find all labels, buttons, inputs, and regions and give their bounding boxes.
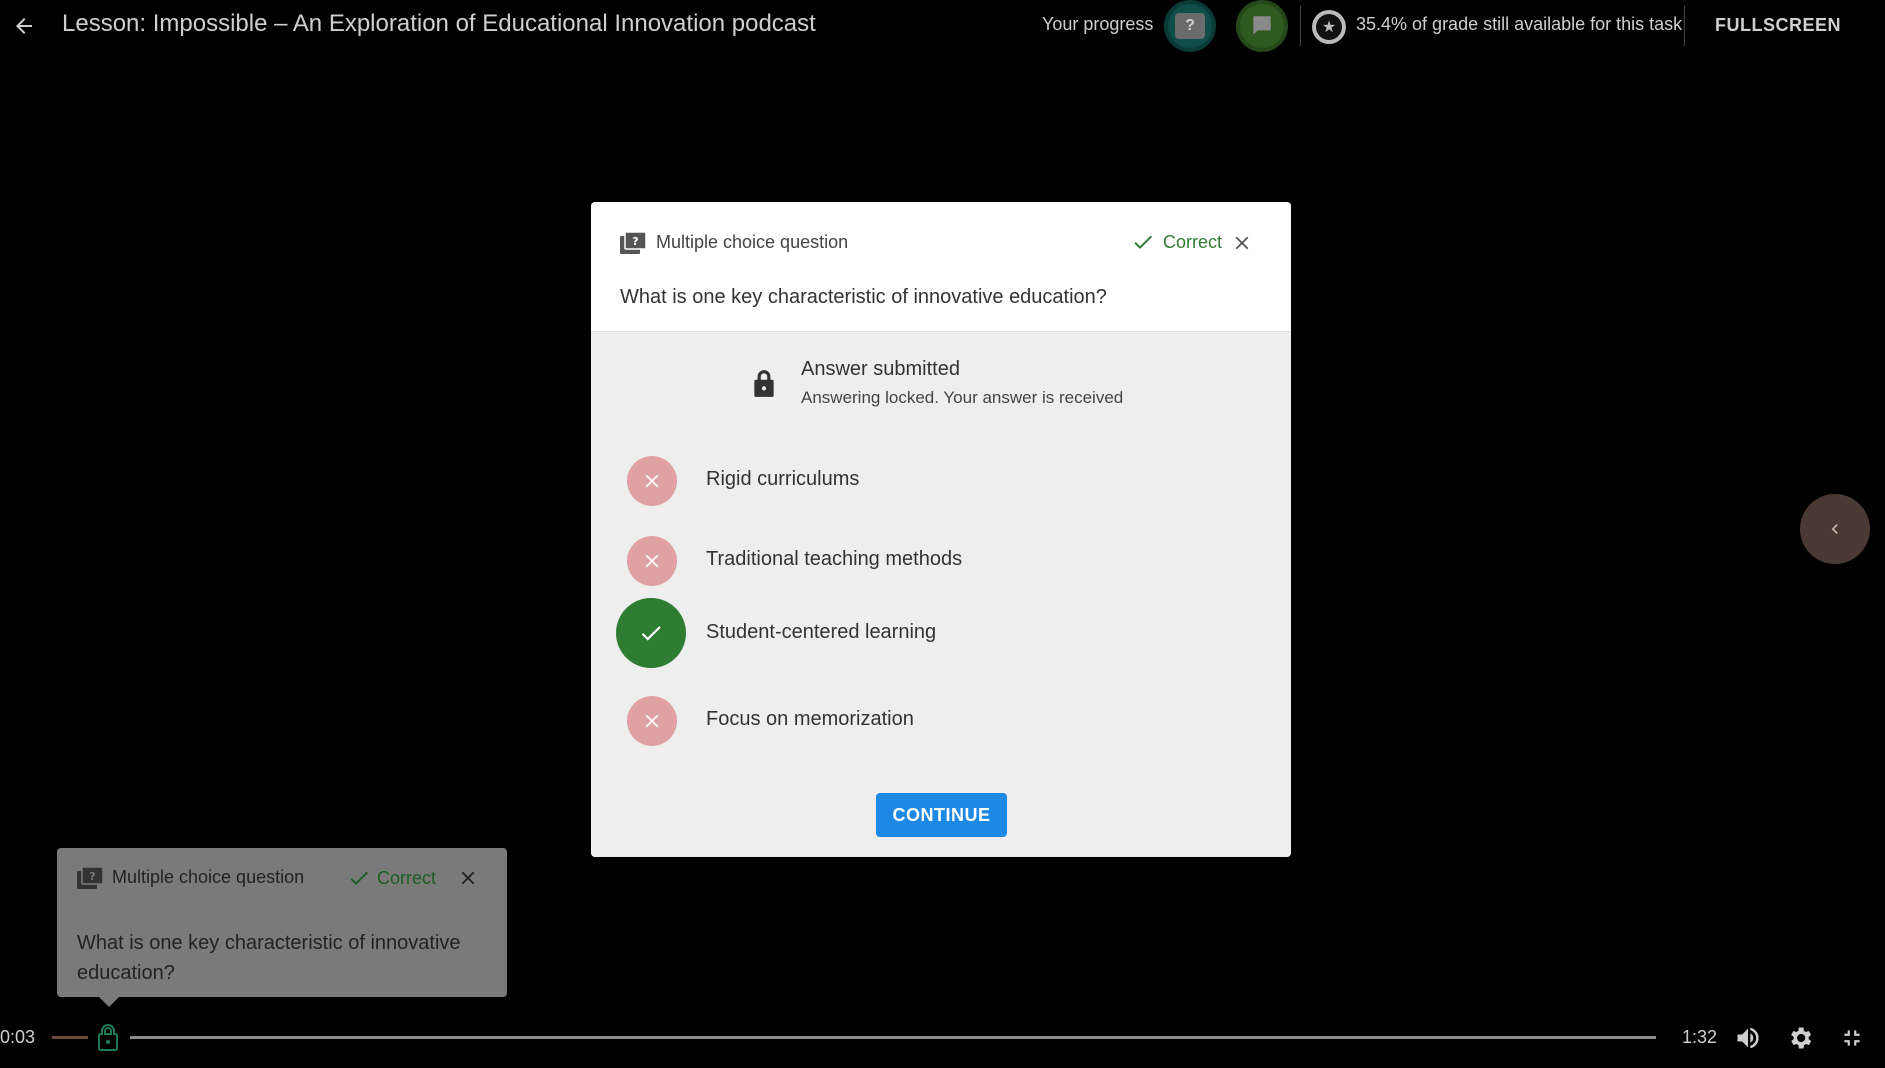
answer-option[interactable]: Focus on memorization [616, 685, 1236, 755]
incorrect-icon [627, 536, 677, 586]
incorrect-icon [627, 456, 677, 506]
close-icon[interactable] [455, 865, 481, 891]
settings-gear-icon[interactable] [1784, 1022, 1816, 1054]
answer-option-label: Rigid curriculums [706, 468, 860, 490]
incorrect-icon [627, 696, 677, 746]
grade-remaining-text: 35.4% of grade still available for this … [1356, 14, 1683, 34]
question-text: What is one key characteristic of innova… [620, 286, 1107, 308]
svg-text:?: ? [632, 235, 638, 248]
card-pointer [99, 997, 119, 1007]
question-type-label: Multiple choice question [656, 232, 849, 252]
progress-comment-button[interactable] [1236, 0, 1288, 52]
question-icon: ? [1175, 13, 1205, 39]
answer-submitted-title: Answer submitted [801, 358, 960, 380]
side-panel-toggle-button[interactable] [1800, 494, 1870, 564]
question-preview-card[interactable]: ? Multiple choice question Correct What … [57, 848, 507, 997]
correct-check-icon [616, 598, 686, 668]
correct-status: Correct [347, 866, 436, 890]
question-type-label: Multiple choice question [112, 867, 305, 887]
modal-header: ? Multiple choice question Correct What … [591, 202, 1291, 332]
answer-option[interactable]: Traditional teaching methods [616, 525, 1236, 595]
divider [1300, 6, 1301, 46]
correct-status-label: Correct [377, 867, 437, 888]
continue-button[interactable]: CONTINUE [876, 793, 1007, 837]
answer-option-label: Student-centered learning [706, 621, 937, 643]
correct-status-label: Correct [1163, 231, 1223, 252]
current-time: 0:03 [0, 1027, 36, 1047]
exit-fullscreen-icon[interactable] [1836, 1022, 1868, 1054]
timeline-scrubber[interactable] [130, 1036, 1656, 1039]
correct-status: Correct [1131, 230, 1222, 254]
top-bar: Lesson: Impossible – An Exploration of E… [0, 0, 1885, 52]
chevron-left-icon [1831, 524, 1838, 534]
answer-option-label: Focus on memorization [706, 708, 914, 730]
grade-star-icon: ★ [1312, 10, 1346, 44]
quiz-icon: ? [77, 866, 104, 894]
answer-option-selected[interactable]: Student-centered learning [616, 598, 1236, 668]
lock-icon [751, 368, 777, 403]
total-time: 1:32 [1682, 1027, 1718, 1047]
back-arrow-icon[interactable] [10, 12, 38, 40]
quiz-icon: ? [620, 231, 647, 259]
played-progress [52, 1036, 88, 1039]
fullscreen-button[interactable]: FULLSCREEN [1715, 15, 1841, 36]
answer-option-label: Traditional teaching methods [706, 548, 963, 570]
question-modal: ? Multiple choice question Correct What … [591, 202, 1291, 857]
progress-label: Your progress [1042, 14, 1154, 34]
volume-icon[interactable] [1732, 1022, 1764, 1054]
divider [1684, 6, 1685, 46]
comment-icon [1253, 16, 1271, 35]
lock-marker-icon[interactable] [96, 1022, 120, 1057]
close-icon[interactable] [1229, 230, 1255, 256]
question-text: What is one key characteristic of innova… [77, 932, 461, 984]
check-icon [350, 871, 368, 885]
svg-text:?: ? [89, 870, 95, 883]
progress-question-button[interactable]: ? [1164, 0, 1216, 52]
answer-submitted-note: Answering locked. Your answer is receive… [801, 388, 1124, 407]
answer-option[interactable]: Rigid curriculums [616, 445, 1236, 515]
check-icon [1134, 235, 1152, 249]
lesson-title: Lesson: Impossible – An Exploration of E… [62, 10, 816, 37]
